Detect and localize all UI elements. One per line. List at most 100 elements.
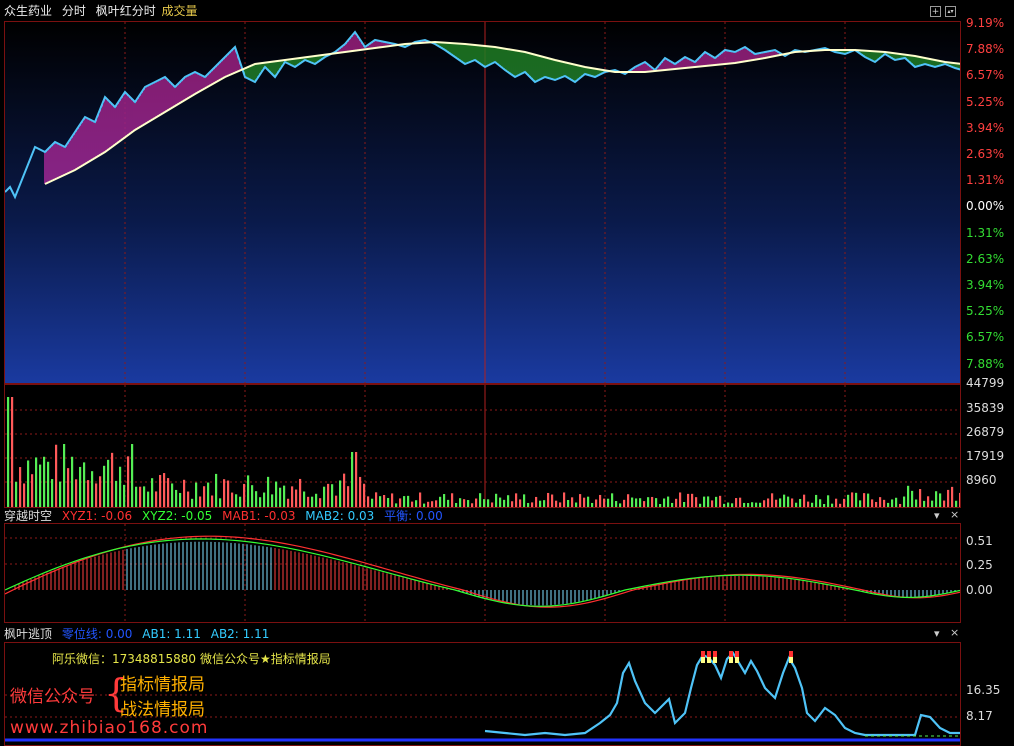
price-axis-label: 6.57% — [966, 68, 1005, 83]
volume-bar — [907, 485, 910, 507]
volume-bar — [135, 486, 138, 507]
volume-bar — [163, 473, 166, 507]
volume-bar — [643, 501, 646, 507]
volume-bar — [591, 502, 594, 507]
volume-bar — [451, 493, 454, 507]
volume-bar — [723, 503, 726, 507]
volume-bar — [39, 464, 42, 507]
stock-name[interactable]: 众生药业 — [4, 4, 52, 18]
volume-chart[interactable] — [5, 385, 961, 508]
volume-bar — [731, 503, 734, 507]
volume-bar — [375, 492, 378, 507]
volume-bar — [423, 503, 426, 507]
volume-bar — [771, 493, 774, 507]
volume-bar — [811, 502, 814, 507]
volume-bar — [359, 476, 362, 507]
main-chart[interactable] — [5, 22, 961, 384]
volume-bar — [271, 494, 274, 507]
volume-bar — [95, 483, 98, 507]
volume-bar — [355, 452, 358, 507]
expand-icon[interactable]: + — [930, 6, 941, 17]
volume-bar — [859, 500, 862, 507]
oscillator-axis-label: 0.25 — [966, 558, 993, 572]
chart-mode[interactable]: 分时 — [62, 4, 86, 18]
scroll-arrows-icon[interactable]: ▴▾ — [945, 6, 956, 17]
volume-bar — [195, 482, 198, 507]
volume-bar — [559, 502, 562, 507]
volume-bar — [455, 502, 458, 507]
oscillator-chart[interactable] — [5, 524, 961, 623]
oscillator-axis-label: 0.00 — [966, 583, 993, 597]
indicator-name[interactable]: 枫叶红分时 — [96, 4, 156, 18]
panel2-title[interactable]: 穿越时空 — [4, 509, 52, 523]
volume-bar — [931, 500, 934, 507]
volume-bar — [787, 496, 790, 507]
price-axis-label: 2.63% — [966, 251, 1005, 266]
volume-bar — [851, 492, 854, 507]
volume-bar — [255, 491, 258, 507]
volume-bar — [479, 493, 482, 507]
volume-bar — [923, 500, 926, 507]
volume-bar — [435, 500, 438, 507]
panel3-menu-icon[interactable]: ▾ — [934, 628, 940, 639]
volume-bar — [83, 462, 86, 507]
volume-bar — [939, 493, 942, 507]
volume-bar — [623, 499, 626, 507]
volume-bar — [151, 478, 154, 507]
volume-bar — [511, 501, 514, 507]
volume-bar — [827, 495, 830, 507]
main-chart-panel[interactable] — [4, 21, 961, 384]
volume-bar — [267, 476, 270, 507]
price-axis-label: 0.00% — [966, 199, 1005, 214]
oscillator-panel[interactable] — [4, 523, 961, 623]
volume-bar — [955, 500, 958, 507]
volume-bar — [531, 502, 534, 507]
escape-axis-label: 16.35 — [966, 683, 1001, 697]
volume-bar — [107, 459, 110, 507]
panel3-title[interactable]: 枫叶逃顶 — [4, 627, 52, 641]
volume-bar — [775, 499, 778, 507]
volume-bar — [211, 495, 214, 507]
volume-bar — [759, 502, 762, 507]
volume-bar — [351, 452, 354, 507]
volume-bar — [491, 502, 494, 507]
price-axis-label: 7.88% — [966, 42, 1005, 57]
volume-indicator-label[interactable]: 成交量 — [162, 4, 198, 18]
watermark-line2: 战法情报局 — [120, 700, 205, 720]
volume-bar — [403, 496, 406, 507]
volume-bar — [191, 498, 194, 507]
watermark-line1: 指标情报局 — [120, 675, 205, 695]
volume-bar — [599, 494, 602, 507]
volume-bar — [847, 494, 850, 507]
panel2-close-icon[interactable]: × — [950, 509, 959, 520]
volume-bar — [91, 471, 94, 507]
panel3-close-icon[interactable]: × — [950, 627, 959, 638]
volume-bar — [495, 493, 498, 507]
volume-bar — [259, 497, 262, 507]
volume-bar — [919, 489, 922, 507]
price-axis-label: 6.57% — [966, 330, 1005, 345]
volume-bar — [487, 499, 490, 507]
volume-bar — [655, 498, 658, 507]
volume-panel[interactable] — [4, 384, 961, 508]
volume-bar — [335, 495, 338, 507]
volume-bar — [179, 492, 182, 507]
volume-bar — [443, 494, 446, 507]
volume-bar — [447, 499, 450, 507]
volume-bar — [671, 502, 674, 507]
panel2-menu-icon[interactable]: ▾ — [934, 510, 940, 521]
volume-bar — [471, 503, 474, 507]
volume-bar — [507, 495, 510, 507]
volume-bar — [315, 493, 318, 507]
volume-bar — [323, 486, 326, 507]
volume-bar — [63, 443, 66, 507]
volume-bar — [219, 498, 222, 507]
volume-bar — [371, 498, 374, 507]
oscillator-axis-label: 0.51 — [966, 534, 993, 548]
volume-bar — [339, 480, 342, 507]
volume-bar — [383, 494, 386, 507]
price-axis-label: 3.94% — [966, 120, 1005, 135]
top-signal-bar — [713, 651, 717, 657]
volume-bar — [795, 502, 798, 507]
volume-bar — [399, 498, 402, 507]
